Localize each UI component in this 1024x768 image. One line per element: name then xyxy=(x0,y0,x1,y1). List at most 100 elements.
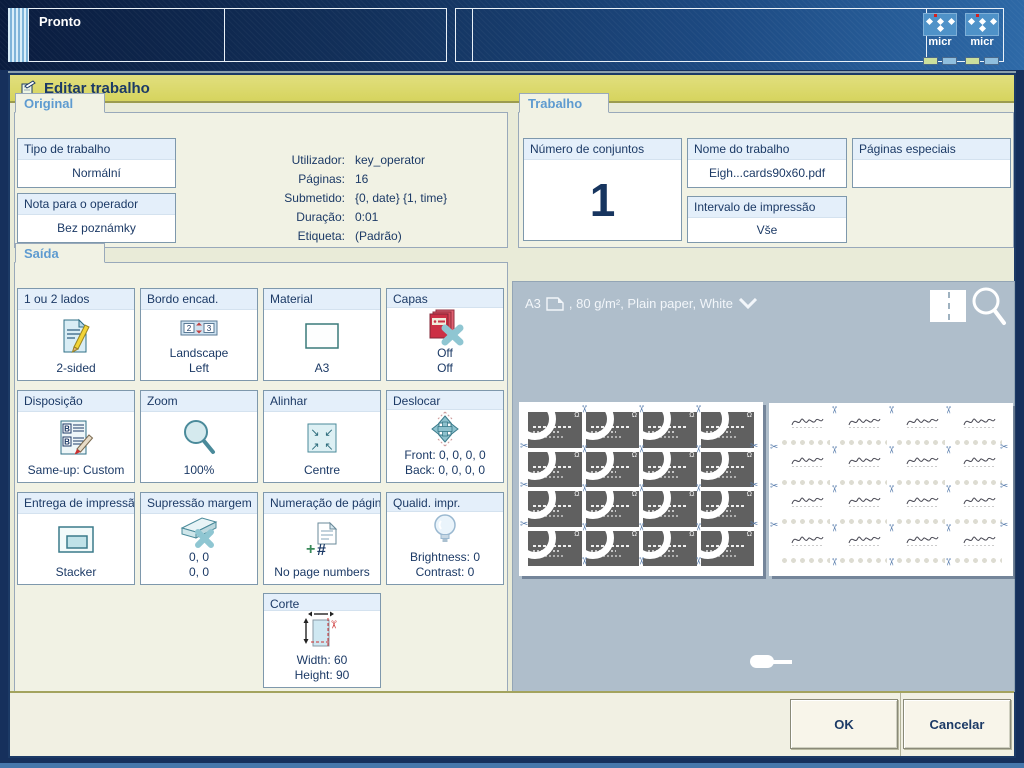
print-preview-panel: A3 , 80 g/m², Plain paper, White ΩΩΩΩΩΩΩ… xyxy=(512,281,1015,692)
layout-tile[interactable]: Disposição BB Same-up: Custom xyxy=(17,390,135,483)
print-range-tile[interactable]: Intervalo de impressão Vše xyxy=(687,196,847,243)
align-tile[interactable]: Alinhar ↘↙↗↖ Centre xyxy=(263,390,381,483)
cancel-button[interactable]: Cancelar xyxy=(903,699,1011,749)
crop-mark-scissors-icon: ✂ xyxy=(942,406,952,414)
group-saida: Saída 1 ou 2 lados 2-sided Bordo encad. … xyxy=(14,262,508,692)
media-size: A3 xyxy=(525,296,541,311)
preview-card-back xyxy=(893,531,947,566)
crop-mark-scissors-icon: ✂ xyxy=(1000,443,1008,453)
crop-mark-scissors-icon: ✂ xyxy=(750,442,758,452)
micr-label: micr xyxy=(965,36,999,48)
footer-divider xyxy=(900,693,901,756)
preview-card-back xyxy=(836,531,890,566)
crop-mark-scissors-icon: ✂ xyxy=(828,485,838,493)
micr-status-lights xyxy=(965,57,999,65)
crop-mark-scissors-icon: ✂ xyxy=(692,557,702,565)
preview-card-front: Ω xyxy=(586,412,640,448)
preview-card-back xyxy=(778,413,832,448)
page-numbers-tile[interactable]: Numeração de páginas +# No page numbers xyxy=(263,492,381,585)
svg-text:2: 2 xyxy=(187,324,192,333)
preview-card-back xyxy=(778,492,832,527)
preview-card-front: Ω xyxy=(586,531,640,567)
job-user: key_operator xyxy=(355,153,497,168)
svg-text:↙: ↙ xyxy=(324,427,333,439)
tab-trabalho[interactable]: Trabalho xyxy=(519,93,609,113)
job-name-value: Eigh...cards90x60.pdf xyxy=(709,166,825,181)
crop-mark-scissors-icon: ✂ xyxy=(520,481,528,491)
zoom-tile[interactable]: Zoom 100% xyxy=(140,390,258,483)
svg-text:B: B xyxy=(64,424,70,433)
crop-mark-scissors-icon: ✂ xyxy=(750,520,758,530)
magnifier-icon[interactable] xyxy=(970,286,1008,333)
preview-card-front: Ω xyxy=(701,412,755,448)
edit-job-dialog: Editar trabalho Original Tipo de trabalh… xyxy=(8,73,1016,758)
screen-bottom-strip xyxy=(0,763,1024,768)
crop-mark-scissors-icon: ✂ xyxy=(1000,521,1008,531)
delivery-tile[interactable]: Entrega de impressão Stacker xyxy=(17,492,135,585)
svg-text:↘: ↘ xyxy=(310,427,319,439)
preview-page-back: ✂✂✂✂✂✂✂✂✂✂✂✂✂✂✂✂✂✂✂✂✂ xyxy=(769,403,1013,576)
status-stripes-icon xyxy=(8,8,28,62)
crop-mark-scissors-icon: ✂ xyxy=(885,406,895,414)
covers-tile[interactable]: Capas OffOff xyxy=(386,288,504,381)
preview-card-back xyxy=(951,492,1005,527)
material-icon xyxy=(304,310,340,361)
special-pages-tile[interactable]: Páginas especiais xyxy=(852,138,1011,188)
media-dropdown[interactable]: A3 , 80 g/m², Plain paper, White xyxy=(525,296,758,311)
preview-card-front: Ω xyxy=(586,452,640,488)
job-submitted: {0, date} {1, time} xyxy=(355,191,497,206)
ok-button[interactable]: OK xyxy=(790,699,898,749)
preview-card-front: Ω xyxy=(701,452,755,488)
two-sided-icon xyxy=(61,310,91,361)
preview-card-back xyxy=(951,413,1005,448)
binding-edge-tile[interactable]: Bordo encad. 23 LandscapeLeft xyxy=(140,288,258,381)
job-type-tile[interactable]: Tipo de trabalho Normální xyxy=(17,138,176,188)
micr-status-lights xyxy=(923,57,957,65)
crop-mark-scissors-icon: ✂ xyxy=(692,405,702,413)
binding-edge-icon: 23 xyxy=(180,310,218,346)
trim-tile[interactable]: Corte ✂ Width: 60Height: 90 xyxy=(263,593,381,688)
preview-card-front: Ω xyxy=(643,531,697,567)
job-duration: 0:01 xyxy=(355,210,497,225)
operator-note-tile[interactable]: Nota para o operador Bez poznámky xyxy=(17,193,176,243)
preview-card-front: Ω xyxy=(643,452,697,488)
crop-mark-scissors-icon: ✂ xyxy=(692,484,702,492)
spread-view-icon[interactable] xyxy=(930,290,966,322)
crop-mark-scissors-icon: ✂ xyxy=(942,446,952,454)
preview-card-front: Ω xyxy=(643,412,697,448)
number-of-sets-value: 1 xyxy=(590,173,616,227)
preview-card-front: Ω xyxy=(528,491,582,527)
shift-tile[interactable]: Deslocar Front: 0, 0, 0, 0Back: 0, 0, 0,… xyxy=(386,390,504,483)
print-quality-tile[interactable]: Qualid. impr. Brightness: 0Contrast: 0 xyxy=(386,492,504,585)
sides-tile[interactable]: 1 ou 2 lados 2-sided xyxy=(17,288,135,381)
preview-card-front: Ω xyxy=(528,531,582,567)
crop-mark-scissors-icon: ✂ xyxy=(770,521,778,531)
micr-badges: micr micr xyxy=(923,13,999,65)
crop-mark-scissors-icon: ✂ xyxy=(578,484,588,492)
crop-mark-scissors-icon: ✂ xyxy=(635,557,645,565)
print-range-value: Vše xyxy=(757,223,778,238)
preview-card-front: Ω xyxy=(586,491,640,527)
margin-suppress-tile[interactable]: Supressão margem 0, 00, 0 xyxy=(140,492,258,585)
preview-card-front: Ω xyxy=(528,452,582,488)
crop-mark-scissors-icon: ✂ xyxy=(520,520,528,530)
preview-card-back xyxy=(778,531,832,566)
svg-text:#: # xyxy=(317,542,326,559)
crop-mark-scissors-icon: ✂ xyxy=(692,445,702,453)
job-name-tile[interactable]: Nome do trabalho Eigh...cards90x60.pdf xyxy=(687,138,847,188)
tab-saida[interactable]: Saída xyxy=(15,243,105,263)
operator-note-value: Bez poznámky xyxy=(57,221,136,236)
crop-mark-scissors-icon: ✂ xyxy=(828,406,838,414)
paper-sheet-icon xyxy=(546,297,564,311)
crop-mark-scissors-icon: ✂ xyxy=(635,405,645,413)
material-tile[interactable]: Material A3 xyxy=(263,288,381,381)
number-of-sets-tile[interactable]: Número de conjuntos 1 xyxy=(523,138,682,241)
handle-icon[interactable] xyxy=(750,655,794,669)
svg-text:↗: ↗ xyxy=(310,441,319,453)
micr-red-dot-icon xyxy=(934,14,937,17)
job-type-value: Normální xyxy=(72,166,121,181)
crop-mark-scissors-icon: ✂ xyxy=(520,442,528,452)
tab-original[interactable]: Original xyxy=(15,93,105,113)
preview-card-front: Ω xyxy=(643,491,697,527)
status-text: Pronto xyxy=(39,14,81,29)
